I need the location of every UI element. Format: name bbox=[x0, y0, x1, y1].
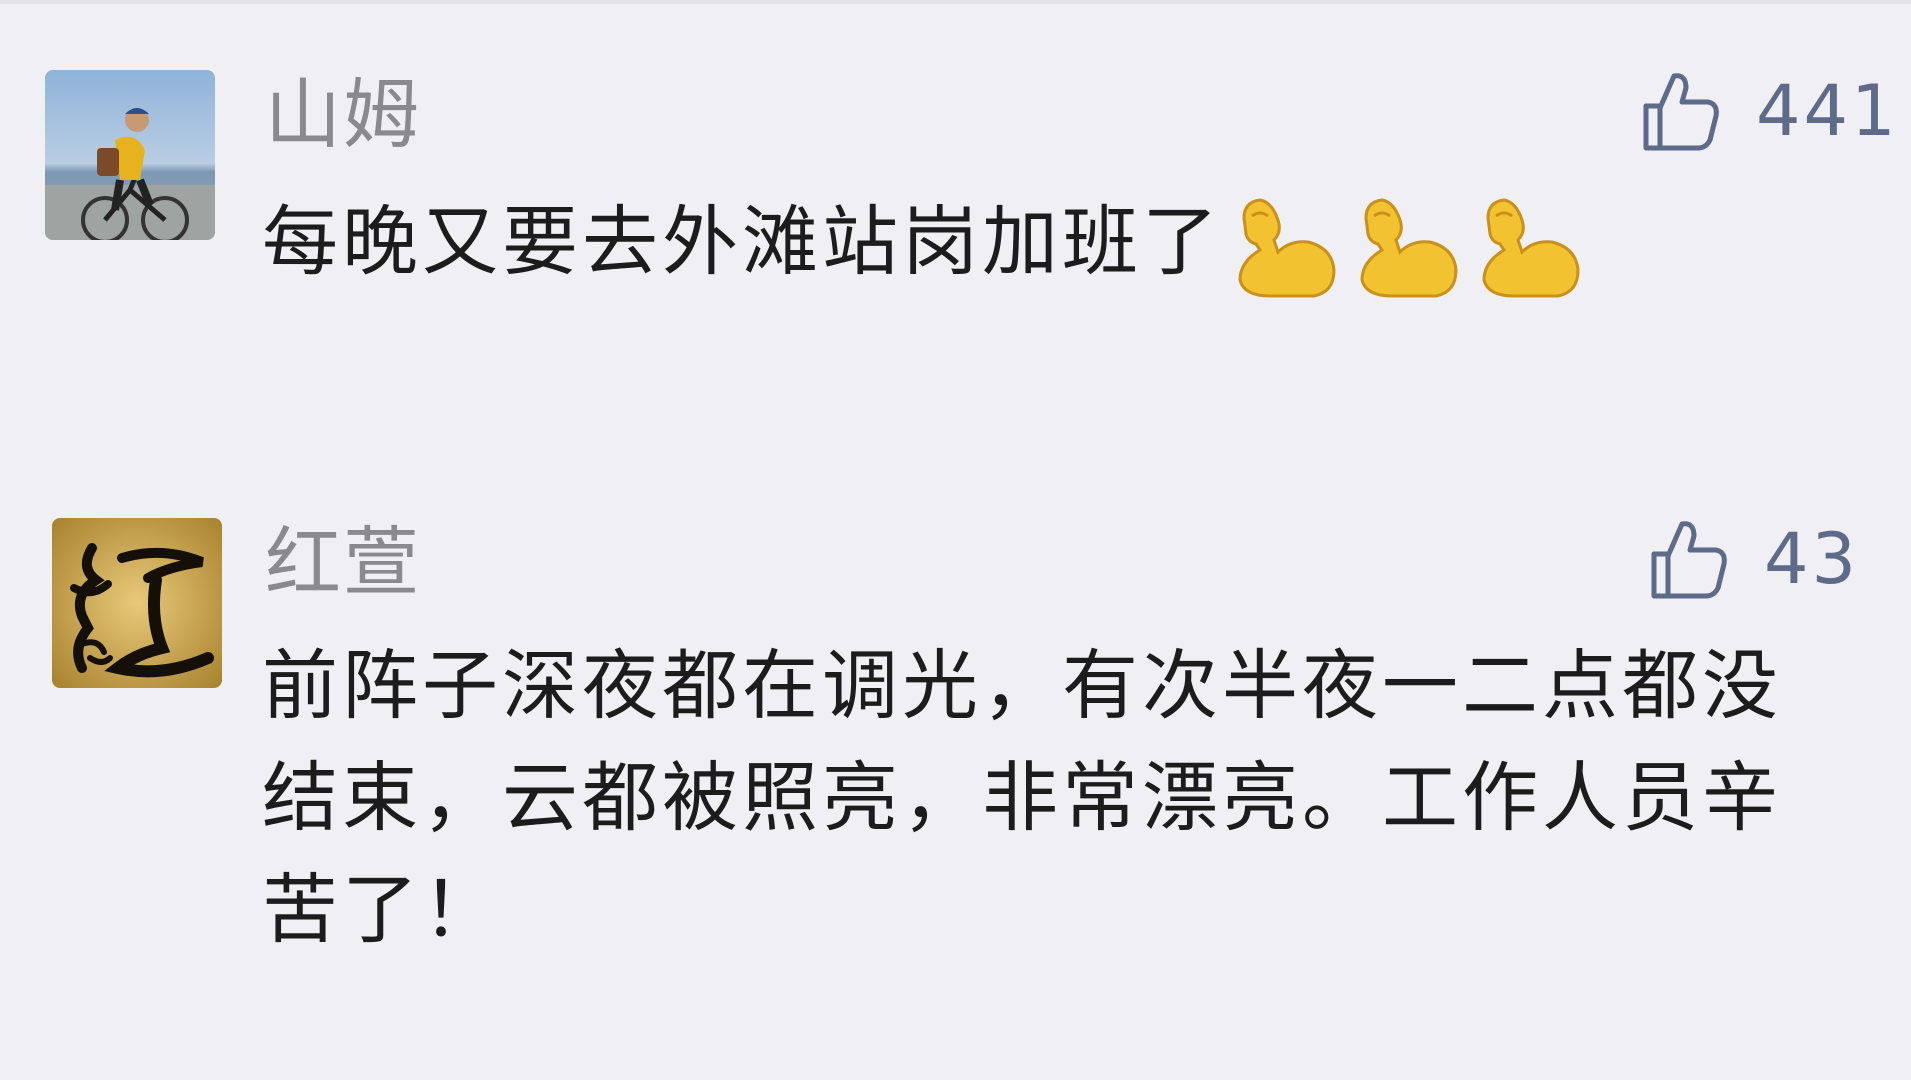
calligraphy-avatar-image bbox=[52, 518, 222, 688]
like-count: 43 bbox=[1764, 518, 1860, 600]
comment-list: 山姆 每晚又要去外滩站岗加班了 441 红萱 前阵子深夜都在调光，有次半夜一二点… bbox=[0, 0, 1911, 1080]
avatar[interactable] bbox=[52, 518, 222, 688]
avatar[interactable] bbox=[45, 70, 215, 240]
top-divider bbox=[0, 0, 1911, 4]
emoji-group bbox=[1230, 192, 1582, 302]
comment-username[interactable]: 红萱 bbox=[265, 518, 421, 608]
thumbs-up-icon bbox=[1651, 521, 1727, 599]
like-button[interactable]: 43 bbox=[1648, 518, 1859, 600]
flexed-biceps-icon bbox=[1238, 198, 1336, 298]
comment-text-body: 每晚又要去外滩站岗加班了 bbox=[262, 197, 1222, 286]
thumbs-up-icon bbox=[1643, 73, 1719, 151]
flexed-biceps-icon bbox=[1360, 198, 1458, 298]
comment-text: 每晚又要去外滩站岗加班了 bbox=[262, 186, 1762, 302]
cyclist-avatar-image bbox=[45, 70, 215, 240]
comment-text: 前阵子深夜都在调光，有次半夜一二点都没结束，云都被照亮，非常漂亮。工作人员辛苦了… bbox=[262, 641, 1782, 954]
comment-username[interactable]: 山姆 bbox=[265, 70, 421, 160]
flexed-biceps-icon bbox=[1482, 198, 1580, 298]
like-button[interactable]: 441 bbox=[1640, 70, 1899, 152]
like-count: 441 bbox=[1756, 70, 1899, 152]
